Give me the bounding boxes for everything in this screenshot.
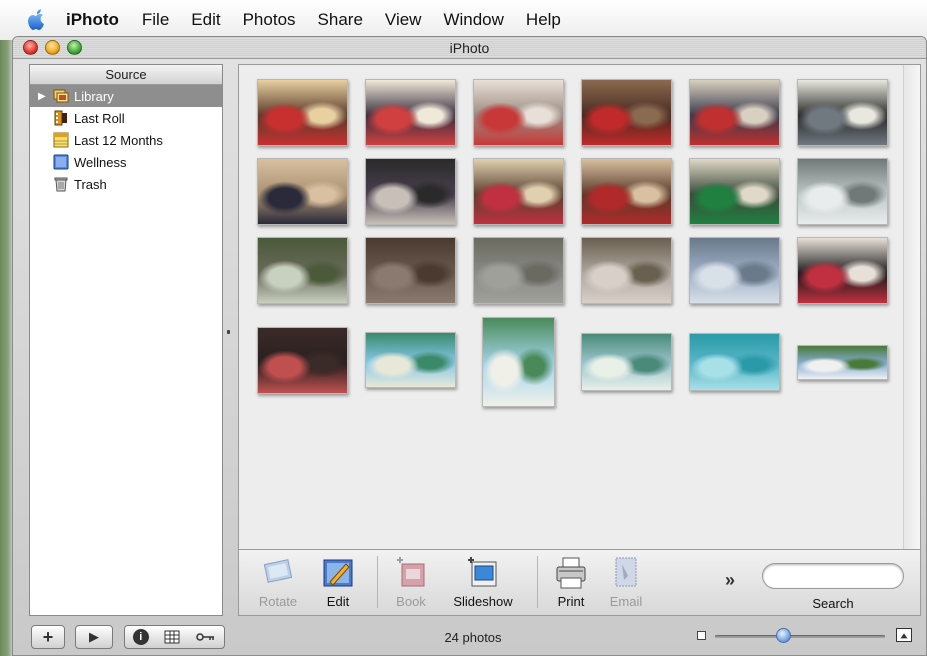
window-title: iPhoto: [449, 40, 490, 56]
source-item-last-roll[interactable]: Last Roll: [30, 107, 222, 129]
view-options-group: i: [124, 625, 225, 649]
toolbar-separator: [377, 556, 378, 608]
email-label: Email: [609, 594, 643, 609]
album-icon: [53, 154, 69, 170]
photo-thumbnail[interactable]: [473, 237, 564, 304]
photo-thumbnail[interactable]: [581, 237, 672, 304]
photo-thumbnail[interactable]: [257, 237, 348, 304]
source-item-label: Last 12 Months: [74, 132, 163, 148]
calendar-view-button[interactable]: [164, 630, 180, 644]
menu-bar: iPhoto File Edit Photos Share View Windo…: [0, 0, 927, 40]
photo-thumbnail[interactable]: [257, 158, 348, 225]
menu-view[interactable]: View: [385, 10, 422, 30]
book-button[interactable]: Book: [382, 556, 440, 609]
photo-thumbnail[interactable]: [473, 158, 564, 225]
edit-label: Edit: [326, 594, 350, 609]
photo-thumbnail[interactable]: [797, 79, 888, 146]
printer-icon: [556, 557, 586, 589]
photo-thumbnail[interactable]: [365, 158, 456, 225]
toolbar-overflow-button[interactable]: »: [725, 570, 735, 591]
edit-icon: [323, 559, 353, 587]
photo-thumbnail[interactable]: [689, 237, 780, 304]
menu-app-name[interactable]: iPhoto: [66, 10, 119, 30]
source-item-label: Wellness: [74, 154, 127, 170]
menu-file[interactable]: File: [142, 10, 169, 30]
photo-thumbnail[interactable]: [473, 79, 564, 146]
info-icon: i: [139, 631, 143, 643]
info-button[interactable]: i: [132, 629, 149, 645]
zoom-large-icon: [896, 628, 912, 642]
edit-toolbar: Rotate Edit Book Slideshow Print Email »…: [238, 550, 921, 616]
photo-thumbnail[interactable]: [797, 237, 888, 304]
slideshow-label: Slideshow: [453, 594, 513, 609]
calendar-icon: [53, 132, 69, 148]
play-icon: ▶: [89, 629, 99, 644]
photo-thumbnail[interactable]: [257, 327, 348, 394]
source-item-last-12-months[interactable]: Last 12 Months: [30, 129, 222, 151]
photo-browser[interactable]: [238, 64, 921, 550]
slideshow-icon: [468, 557, 497, 587]
photo-thumbnail[interactable]: [257, 79, 348, 146]
email-button[interactable]: Email: [597, 556, 655, 609]
menu-window[interactable]: Window: [443, 10, 503, 30]
source-item-label: Trash: [74, 176, 107, 192]
photo-thumbnail[interactable]: [365, 332, 456, 388]
rotate-icon: [263, 559, 293, 583]
photo-thumbnail[interactable]: [689, 158, 780, 225]
keywords-key-button[interactable]: [196, 631, 216, 643]
slideshow-button[interactable]: Slideshow: [448, 556, 518, 609]
book-label: Book: [396, 594, 426, 609]
photo-thumbnail[interactable]: [689, 79, 780, 146]
zoom-slider[interactable]: [715, 635, 885, 638]
print-button[interactable]: Print: [542, 556, 600, 609]
photo-thumbnail[interactable]: [365, 79, 456, 146]
photo-thumbnail[interactable]: [365, 237, 456, 304]
zoom-slider-knob[interactable]: [775, 628, 791, 643]
photo-thumbnail[interactable]: [689, 333, 780, 391]
source-item-label: Library: [74, 88, 114, 104]
photo-count: 24 photos: [444, 630, 502, 645]
trash-icon: [54, 177, 68, 192]
rotate-button[interactable]: Rotate: [249, 556, 307, 609]
photo-thumbnail[interactable]: [482, 317, 555, 407]
photo-thumbnail[interactable]: [797, 158, 888, 225]
photo-thumbnail[interactable]: [581, 158, 672, 225]
iphoto-window: iPhoto Source ▶ Library Last Roll Last 1…: [12, 36, 927, 656]
menu-share[interactable]: Share: [318, 10, 363, 30]
pane-splitter-handle[interactable]: [227, 330, 230, 334]
search-input[interactable]: [762, 563, 904, 589]
bottom-bar: + ▶ i 24 photos: [13, 617, 926, 656]
toolbar-separator: [537, 556, 538, 608]
menu-help[interactable]: Help: [526, 10, 561, 30]
title-bar[interactable]: iPhoto: [13, 37, 926, 59]
photo-thumbnail[interactable]: [797, 345, 888, 380]
zoom-small-icon: [697, 631, 706, 640]
vertical-scrollbar[interactable]: [903, 65, 920, 549]
source-header[interactable]: Source: [30, 65, 222, 85]
print-label: Print: [557, 594, 585, 609]
photo-thumbnail[interactable]: [581, 333, 672, 391]
disclosure-triangle-icon[interactable]: ▶: [38, 91, 50, 102]
source-item-wellness[interactable]: Wellness: [30, 151, 222, 173]
apple-logo-icon[interactable]: [26, 8, 48, 32]
source-pane: Source ▶ Library Last Roll Last 12 Month…: [29, 64, 223, 616]
book-icon: [397, 557, 425, 587]
source-item-library[interactable]: ▶ Library: [30, 85, 222, 107]
source-item-trash[interactable]: Trash: [30, 173, 222, 195]
menu-edit[interactable]: Edit: [191, 10, 220, 30]
search-label: Search: [812, 596, 854, 611]
add-album-button[interactable]: +: [31, 625, 65, 649]
play-slideshow-button[interactable]: ▶: [75, 625, 113, 649]
email-stamp-icon: [615, 557, 637, 587]
source-item-label: Last Roll: [74, 110, 125, 126]
library-icon: [53, 89, 69, 103]
edit-button[interactable]: Edit: [309, 556, 367, 609]
rotate-label: Rotate: [258, 594, 298, 609]
menu-photos[interactable]: Photos: [243, 10, 296, 30]
film-roll-icon: [54, 110, 67, 126]
photo-thumbnail[interactable]: [581, 79, 672, 146]
plus-icon: +: [42, 626, 54, 647]
